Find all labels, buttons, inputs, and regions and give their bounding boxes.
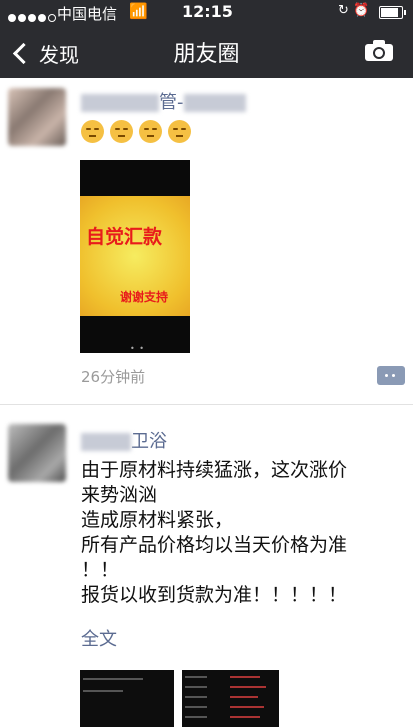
status-time: 12:15 [182, 2, 233, 21]
blurred-name [81, 94, 159, 112]
pensive-emoji-icon [168, 120, 191, 143]
image-sub-text: 谢谢支持 [120, 290, 169, 304]
carrier-label: 中国电信 [57, 5, 118, 23]
post-image-thumb[interactable] [80, 670, 174, 727]
wifi-icon: 📶 [129, 2, 148, 20]
video-dots-icon: • • [130, 344, 145, 353]
avatar[interactable] [8, 424, 66, 482]
status-bar: 中国电信 📶 12:15 ↻ ⏰ [0, 0, 413, 26]
avatar[interactable] [8, 88, 66, 146]
top-bar: 中国电信 📶 12:15 ↻ ⏰ 发现 朋友圈 [0, 0, 413, 78]
post-username[interactable]: 管- [81, 88, 246, 114]
post-divider [0, 404, 413, 405]
post-username[interactable]: 卫浴 [81, 427, 167, 453]
username-text: 卫浴 [131, 431, 167, 452]
full-text-link[interactable]: 全文 [81, 625, 117, 651]
pensive-emoji-icon [139, 120, 162, 143]
pensive-emoji-icon [81, 120, 104, 143]
post-image-thumb[interactable] [182, 670, 279, 727]
post-text-line: 来势汹汹 [81, 484, 158, 506]
pensive-emoji-icon [110, 120, 133, 143]
blurred-name [81, 433, 131, 451]
image-main-text: 自觉汇款 [86, 226, 163, 248]
username-text: 管- [159, 92, 184, 113]
post-text-line: 报货以收到货款为准！！！！！ [81, 584, 348, 606]
post-text-line: 由于原材料持续猛涨，这次涨价 [81, 459, 348, 481]
post-text-line: 所有产品价格均以当天价格为准 [81, 534, 348, 556]
post-text: 由于原材料持续猛涨，这次涨价 来势汹汹 造成原材料紧张， 所有产品价格均以当天价… [81, 458, 401, 608]
post-time: 26分钟前 [81, 368, 146, 386]
post-image[interactable]: 自觉汇款 谢谢支持 • • [80, 160, 190, 353]
camera-icon[interactable] [365, 40, 395, 62]
signal-dots-icon [8, 8, 58, 26]
comment-icon[interactable] [377, 366, 405, 385]
alarm-icon: ↻ ⏰ [338, 3, 370, 18]
page-title: 朋友圈 [173, 42, 240, 67]
emoji-row [81, 120, 191, 143]
battery-icon [379, 6, 406, 19]
post-text-line: 造成原材料紧张， [81, 509, 234, 531]
post-text-line: ！！ [81, 559, 120, 581]
